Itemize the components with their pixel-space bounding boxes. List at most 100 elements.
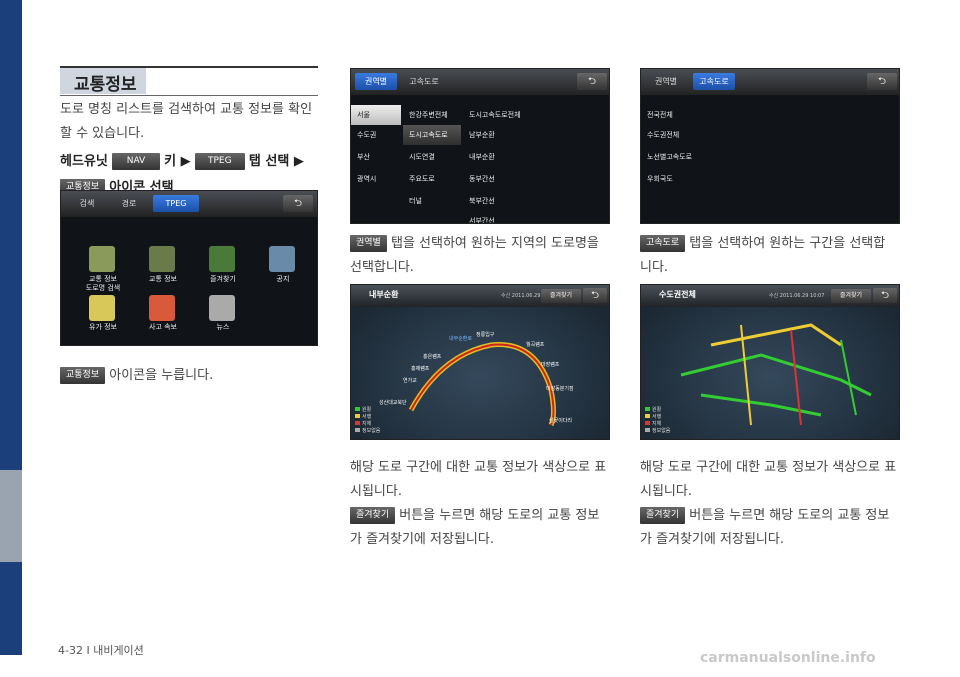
- hw-tab-region[interactable]: 권역별: [645, 73, 687, 90]
- mid-item-2[interactable]: 시도연결: [403, 147, 461, 167]
- region-item-city[interactable]: 광역시: [351, 169, 401, 189]
- hw-item-1[interactable]: 수도권전체: [641, 125, 761, 145]
- map2-legend: 원활 서행 지체 정보없음: [645, 407, 670, 435]
- map1-label-8: 성산대교북단: [379, 400, 407, 406]
- right-item-0[interactable]: 도시고속도로전체: [463, 105, 543, 125]
- map1-title: 내부순환: [369, 290, 399, 299]
- press-note-chip: 교통정보: [60, 367, 106, 384]
- step-tab: 탭 선택 ▶: [248, 154, 304, 169]
- news-icon[interactable]: [209, 295, 235, 321]
- region-tabbar: 권역별 고속도로 ⮌: [351, 69, 609, 95]
- map2-time: 수신 2011.06.29 10:07: [769, 293, 825, 299]
- map2-title: 수도권전체: [659, 290, 696, 299]
- tpeg-tabbar: 검색 경로 TPEG ⮌: [61, 191, 317, 217]
- traffic-road-search-icon[interactable]: [89, 246, 115, 272]
- map2-header: 수도권전체 수신 2011.06.29 10:07 즐겨찾기 ⮌: [641, 285, 899, 307]
- map1-label-2: 마장램프: [541, 362, 560, 368]
- section-title-text: 교통정보: [74, 75, 137, 95]
- map1-screen: 내부순환 수신 2011.06.29 10:07 즐겨찾기 ⮌ 정릉입구 월곡램…: [350, 284, 610, 440]
- highway-screen: 권역별 고속도로 ⮌ 전국전체 수도권전체 노선별고속도로 우회국도: [640, 68, 900, 224]
- right-item-4[interactable]: 북부간선: [463, 191, 543, 211]
- right-item-5[interactable]: 서부간선: [463, 211, 543, 223]
- right-item-2[interactable]: 내부순환: [463, 147, 543, 167]
- menu-label-road-search: 교통 정보 도로명 검색: [85, 275, 121, 292]
- tpeg-chip: TPEG: [194, 153, 245, 170]
- map1: 내부순환 수신 2011.06.29 10:07 즐겨찾기 ⮌ 정릉입구 월곡램…: [351, 285, 609, 439]
- region-item-metro[interactable]: 수도권: [351, 125, 401, 145]
- menu-label-notice: 공지: [276, 275, 290, 283]
- note2-line4: 가 즐겨찾기에 저장됩니다.: [640, 532, 784, 547]
- legend-slow: 서행: [362, 414, 372, 420]
- map2-roads: [680, 323, 872, 426]
- note2-chip: 즐겨찾기: [640, 507, 686, 524]
- highway-note-line2: 니다.: [640, 260, 669, 275]
- tab-region[interactable]: 권역별: [355, 73, 397, 90]
- map1-label-9: 내부순환로: [449, 336, 473, 342]
- note1-line2: 시됩니다.: [350, 484, 402, 499]
- back-button[interactable]: ⮌: [283, 195, 313, 212]
- map1-back-button[interactable]: ⮌: [583, 288, 607, 303]
- map1-label-5: 홍은램프: [423, 354, 442, 360]
- traffic-info-icon[interactable]: [149, 246, 175, 272]
- notice-icon[interactable]: [269, 246, 295, 272]
- map1-label-4: 살곶이다리: [549, 418, 573, 424]
- intro-line2: 할 수 있습니다.: [60, 126, 145, 141]
- nav-chip: NAV: [111, 153, 160, 170]
- map2-back-button[interactable]: ⮌: [873, 288, 897, 303]
- accident-news-icon[interactable]: [149, 295, 175, 321]
- note1: 해당 도로 구간에 대한 교통 정보가 색상으로 표 시됩니다. 즐겨찾기 버튼…: [350, 456, 612, 552]
- mid-item-3[interactable]: 주요도로: [403, 169, 461, 189]
- note2: 해당 도로 구간에 대한 교통 정보가 색상으로 표 시됩니다. 즐겨찾기 버튼…: [640, 456, 902, 552]
- region-screen: 권역별 고속도로 ⮌ 서울 수도권 부산 광역시 한강주변전체 도시고속도로 시…: [350, 68, 610, 224]
- map1-label-3: 마장동분기점: [546, 386, 574, 392]
- legend-smooth: 원활: [362, 407, 372, 413]
- right-item-3[interactable]: 동부간선: [463, 169, 543, 189]
- tab-highway[interactable]: 고속도로: [403, 73, 445, 90]
- menu-label-fuel: 유가 정보: [89, 323, 117, 331]
- map1-fav-button[interactable]: 즐겨찾기: [541, 289, 581, 303]
- side-bar: [0, 0, 22, 655]
- hw-tab-highway[interactable]: 고속도로: [693, 73, 735, 90]
- section-title: 교통정보: [60, 66, 318, 96]
- region-back-button[interactable]: ⮌: [577, 73, 607, 90]
- menu-label-news: 뉴스: [216, 323, 230, 331]
- tpeg-screen: 검색 경로 TPEG ⮌ 교통 정보 도로명 검색 교통 정보 즐겨찾기 공지 …: [60, 190, 318, 346]
- menu-label-favorites: 즐겨찾기: [210, 275, 236, 283]
- fuel-price-icon[interactable]: [89, 295, 115, 321]
- right-item-1[interactable]: 남부순환: [463, 125, 543, 145]
- intro-text: 도로 명칭 리스트를 검색하여 교통 정보를 확인 할 수 있습니다. 헤드유닛…: [60, 98, 322, 200]
- mid-item-4[interactable]: 터널: [403, 191, 461, 211]
- map1-label-6: 홍제램프: [411, 366, 430, 372]
- region-item-busan[interactable]: 부산: [351, 147, 401, 167]
- region-item-seoul[interactable]: 서울: [351, 105, 401, 125]
- favorites-icon[interactable]: [209, 246, 235, 272]
- legend2-jam: 지체: [652, 421, 662, 427]
- note1-line1: 해당 도로 구간에 대한 교통 정보가 색상으로 표: [350, 460, 607, 475]
- map2-screen: 수도권전체 수신 2011.06.29 10:07 즐겨찾기 ⮌ 원활 서행 지…: [640, 284, 900, 440]
- note1-chip: 즐겨찾기: [350, 507, 396, 524]
- hw-item-0[interactable]: 전국전체: [641, 105, 761, 125]
- tab-tpeg[interactable]: TPEG: [153, 195, 199, 212]
- step-prefix: 헤드유닛: [60, 154, 108, 169]
- side-bar-tab: [0, 470, 22, 562]
- map1-header: 내부순환 수신 2011.06.29 10:07 즐겨찾기 ⮌: [351, 285, 609, 307]
- tab-route[interactable]: 경로: [111, 195, 147, 212]
- map1-label-0: 정릉입구: [476, 332, 495, 338]
- press-note: 교통정보 아이콘을 누릅니다.: [60, 364, 213, 388]
- map2: 수도권전체 수신 2011.06.29 10:07 즐겨찾기 ⮌ 원활 서행 지…: [641, 285, 899, 439]
- hw-item-3[interactable]: 우회국도: [641, 169, 761, 189]
- region-note: 권역별 탭을 선택하여 원하는 지역의 도로명을 선택합니다.: [350, 232, 612, 280]
- highway-back-button[interactable]: ⮌: [867, 73, 897, 90]
- note1-line4: 가 즐겨찾기에 저장됩니다.: [350, 532, 494, 547]
- note2-line3: 버튼을 누르면 해당 도로의 교통 정보: [689, 508, 890, 523]
- map2-fav-button[interactable]: 즐겨찾기: [831, 289, 871, 303]
- hw-item-2[interactable]: 노선별고속도로: [641, 147, 761, 167]
- legend-noinfo: 정보없음: [362, 428, 381, 434]
- highway-note: 고속도로 탭을 선택하여 원하는 구간을 선택합 니다.: [640, 232, 902, 280]
- mid-item-1[interactable]: 도시고속도로: [403, 125, 461, 145]
- mid-item-0[interactable]: 한강주변전체: [403, 105, 461, 125]
- legend-jam: 지체: [362, 421, 372, 427]
- note2-line2: 시됩니다.: [640, 484, 692, 499]
- legend2-slow: 서행: [652, 414, 662, 420]
- tab-search[interactable]: 검색: [69, 195, 105, 212]
